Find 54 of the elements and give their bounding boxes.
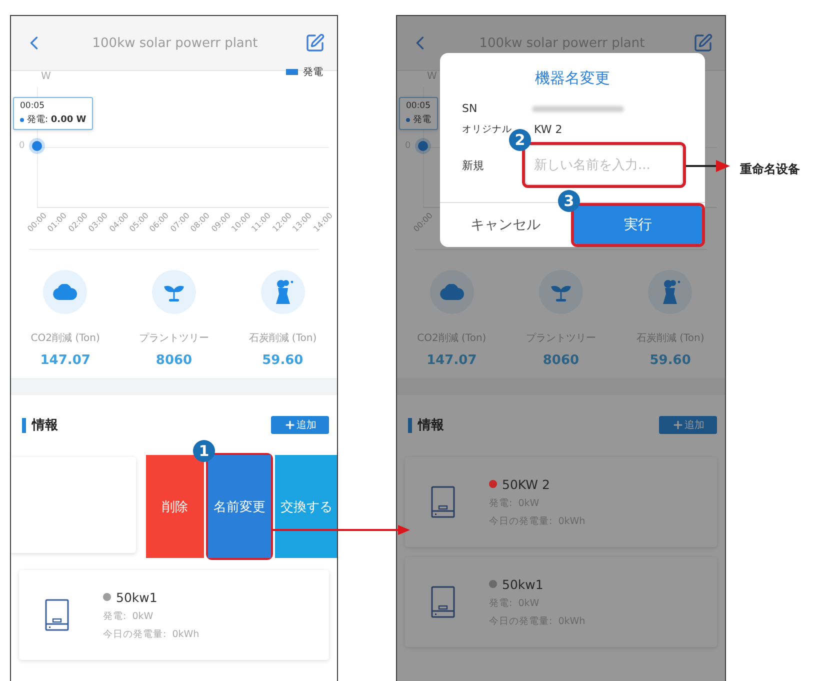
axis-tick-label: 0 <box>19 141 25 151</box>
edit-icon[interactable] <box>692 33 713 53</box>
stat-label: 石炭削減 (Ton) <box>248 332 317 345</box>
section-title: 情報 <box>408 416 444 434</box>
inverter-icon <box>431 586 455 618</box>
edit-icon[interactable] <box>304 33 325 53</box>
device-name: 50KW 2 <box>502 476 550 492</box>
callout-label: 重命名设备 <box>740 162 800 176</box>
plus-icon <box>284 419 296 431</box>
section-title: 情報 <box>22 416 58 434</box>
field-label: オリジナル <box>462 123 512 136</box>
stat-label: プラントツリー <box>139 332 209 345</box>
add-button[interactable]: 追加 <box>271 416 329 434</box>
stat-value: 59.60 <box>262 353 304 368</box>
step-number: 2 <box>509 129 531 151</box>
dialog-title: 機器名変更 <box>535 69 610 88</box>
inverter-icon <box>431 486 455 518</box>
action-button[interactable]: 名前変更 <box>208 455 271 558</box>
legend-swatch <box>286 69 298 75</box>
stat-label: CO2削減 (Ton) <box>30 332 100 345</box>
stat-value: 8060 <box>542 353 580 368</box>
field-value: KW 2 <box>534 123 562 136</box>
confirm-button[interactable]: 実行 <box>574 206 702 244</box>
tooltip-time: 00:05 <box>20 101 46 111</box>
tooltip-value: 発電 <box>406 113 431 126</box>
field-label: SN <box>462 102 478 115</box>
add-button[interactable]: 追加 <box>659 416 717 434</box>
stat-value: 147.07 <box>40 353 90 368</box>
data-point <box>418 141 428 151</box>
device-energy: 今日の発電量: 0kWh <box>103 628 200 640</box>
field-label: 新規 <box>462 158 485 172</box>
stat-value: 147.07 <box>426 353 477 368</box>
tooltip-value: 発電: 0.00 W <box>20 113 86 126</box>
legend-label: 発電 <box>303 66 323 79</box>
callout-arrow <box>686 160 730 172</box>
name-input-field[interactable]: 新しい名前を入力... <box>525 145 683 185</box>
tooltip-time: 00:05 <box>406 101 431 111</box>
device-name: 50kw1 <box>502 576 544 592</box>
data-point <box>32 141 42 151</box>
screen-title: 100kw solar powerr plant <box>92 36 258 50</box>
stat-value: 8060 <box>156 353 192 368</box>
step-number: 3 <box>558 190 580 212</box>
action-button[interactable]: 削除 <box>146 455 204 558</box>
cloud-icon <box>440 284 464 300</box>
plus-icon <box>672 419 684 431</box>
inverter-icon <box>45 599 69 631</box>
action-button[interactable]: 交換する <box>275 455 337 558</box>
stat-value: 59.60 <box>650 353 691 368</box>
axis-unit: W <box>41 71 51 82</box>
cloud-icon <box>53 284 78 300</box>
device-power: 発電: 0kW <box>103 610 154 622</box>
device-card[interactable]: 50kw1 発電: 0kW 今日の発電量: 0kWh <box>19 570 329 660</box>
device-name: 50kw1 <box>116 590 158 604</box>
step-number: 1 <box>193 440 215 462</box>
